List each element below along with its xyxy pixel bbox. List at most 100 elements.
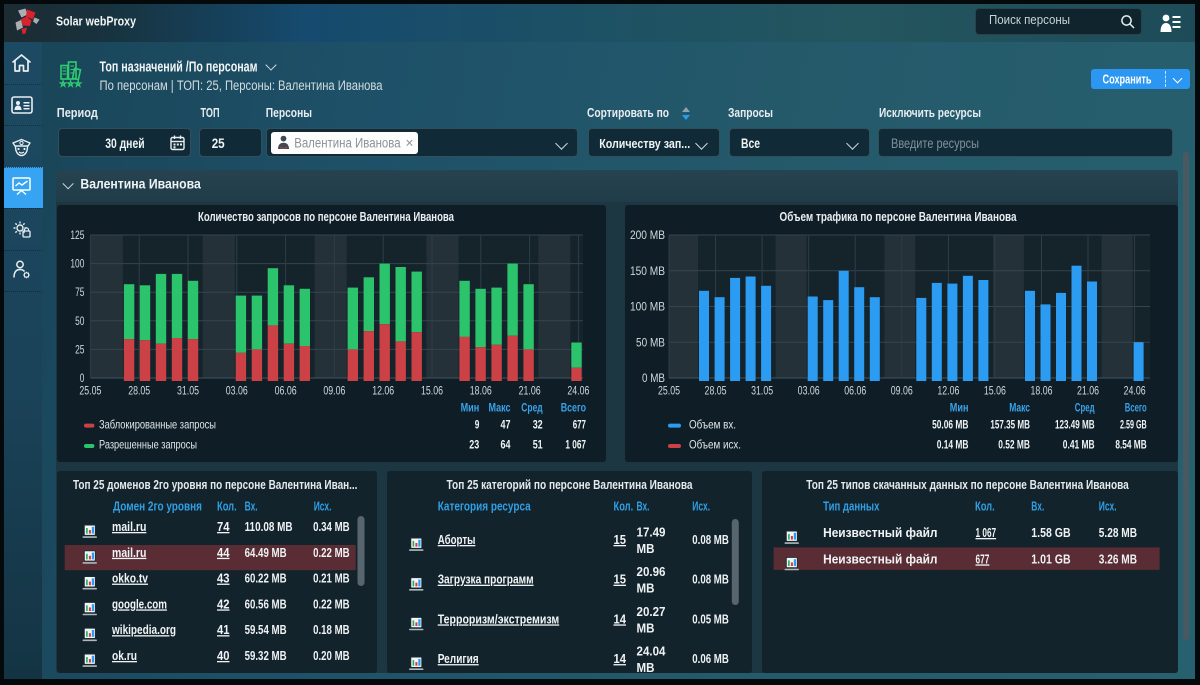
svg-text:Категория ресурса: Категория ресурса	[438, 500, 532, 514]
svg-text:200 MB: 200 MB	[630, 230, 665, 242]
svg-text:59.32 MB: 59.32 MB	[245, 648, 287, 663]
svg-text:Всего: Всего	[561, 400, 586, 414]
svg-text:28.05: 28.05	[128, 386, 150, 398]
svg-text:60.56 MB: 60.56 MB	[245, 596, 287, 611]
svg-text:50.06 MB: 50.06 MB	[932, 418, 969, 432]
svg-text:0.06 MB: 0.06 MB	[692, 651, 729, 666]
svg-text:09.06: 09.06	[891, 386, 913, 398]
svg-text:Сохранить: Сохранить	[1103, 73, 1152, 87]
svg-text:40: 40	[217, 648, 230, 663]
svg-text:Топ назначений /По персонам: Топ назначений /По персонам	[100, 59, 258, 76]
svg-text:Неизвестный файл: Неизвестный файл	[823, 525, 937, 540]
svg-text:100 MB: 100 MB	[630, 302, 665, 314]
svg-text:1 067: 1 067	[565, 438, 586, 452]
svg-text:14: 14	[614, 611, 627, 626]
svg-text:42: 42	[217, 596, 230, 611]
svg-text:0: 0	[80, 373, 85, 385]
svg-text:Исх.: Исх.	[1099, 500, 1117, 514]
svg-text:100: 100	[70, 259, 84, 271]
svg-text:wikipedia.org: wikipedia.org	[111, 622, 176, 637]
svg-text:Неизвестный файл: Неизвестный файл	[823, 551, 937, 566]
svg-text:12.06: 12.06	[937, 386, 959, 398]
svg-text:0.20 MB: 0.20 MB	[313, 648, 350, 663]
svg-text:03.06: 03.06	[226, 386, 248, 398]
svg-text:0.22 MB: 0.22 MB	[313, 596, 350, 611]
svg-text:Сред: Сред	[1075, 400, 1095, 414]
svg-text:125: 125	[70, 230, 84, 242]
svg-text:Запросы: Запросы	[728, 105, 773, 120]
svg-text:50: 50	[75, 316, 84, 328]
svg-text:Кол.: Кол.	[614, 500, 634, 514]
svg-text:74: 74	[217, 519, 230, 534]
svg-text:Топ 25 типов скачанных данных: Топ 25 типов скачанных данных по персоне…	[806, 478, 1129, 492]
svg-text:Тип данных: Тип данных	[823, 500, 879, 514]
svg-text:0.21 MB: 0.21 MB	[313, 571, 350, 586]
svg-text:Макс: Макс	[489, 400, 511, 414]
svg-text:15: 15	[614, 572, 627, 587]
svg-text:15: 15	[614, 532, 627, 547]
svg-text:Введите ресурсы: Введите ресурсы	[891, 136, 979, 151]
svg-text:31.05: 31.05	[751, 386, 773, 398]
svg-text:Валентина Иванова: Валентина Иванова	[294, 136, 401, 151]
svg-text:0.52 MB: 0.52 MB	[998, 438, 1030, 452]
svg-text:Валентина Иванова: Валентина Иванова	[80, 176, 201, 192]
svg-text:Кол.: Кол.	[975, 500, 995, 514]
svg-text:51: 51	[533, 438, 543, 452]
svg-text:47: 47	[501, 418, 511, 432]
svg-text:31.05: 31.05	[177, 386, 199, 398]
svg-text:15.06: 15.06	[421, 386, 443, 398]
svg-text:64: 64	[501, 438, 511, 452]
svg-text:25.05: 25.05	[658, 386, 680, 398]
svg-text:25: 25	[212, 136, 225, 151]
svg-text:MB: MB	[637, 581, 655, 596]
svg-text:Кол.: Кол.	[217, 500, 237, 514]
svg-text:03.06: 03.06	[798, 386, 820, 398]
svg-text:150 MB: 150 MB	[630, 266, 665, 278]
svg-text:Вх.: Вх.	[637, 500, 650, 514]
svg-text:9: 9	[475, 418, 480, 432]
svg-text:Религия: Религия	[438, 651, 479, 666]
svg-text:mail.ru: mail.ru	[112, 519, 146, 534]
svg-text:677: 677	[573, 418, 587, 432]
svg-text:5.28 MB: 5.28 MB	[1099, 525, 1137, 540]
svg-text:20.96: 20.96	[637, 564, 666, 579]
svg-text:43: 43	[217, 571, 230, 586]
svg-text:14: 14	[614, 651, 627, 666]
svg-text:Загрузка программ: Загрузка программ	[438, 572, 534, 587]
svg-text:MB: MB	[637, 541, 655, 556]
svg-text:41: 41	[217, 622, 230, 637]
svg-text:75: 75	[75, 287, 84, 299]
svg-text:15.06: 15.06	[984, 386, 1006, 398]
svg-text:64.49 MB: 64.49 MB	[245, 545, 287, 560]
svg-text:Исх.: Исх.	[692, 500, 710, 514]
svg-text:59.54 MB: 59.54 MB	[245, 622, 287, 637]
svg-text:Всего: Всего	[1125, 400, 1147, 414]
svg-text:Макс: Макс	[1009, 400, 1030, 414]
svg-text:Сортировать по: Сортировать по	[587, 105, 669, 120]
svg-text:Количеству зап...: Количеству зап...	[599, 136, 690, 151]
svg-text:Объем трафика по персоне Вален: Объем трафика по персоне Валентина Ивано…	[780, 209, 1018, 224]
svg-text:Аборты: Аборты	[438, 532, 476, 547]
svg-text:По персонам | ТОП: 25, Персоны: По персонам | ТОП: 25, Персоны: Валентин…	[100, 78, 383, 93]
svg-text:0.22 MB: 0.22 MB	[313, 545, 350, 560]
svg-text:MB: MB	[637, 660, 655, 675]
svg-text:Исх.: Исх.	[314, 500, 332, 514]
svg-text:12.06: 12.06	[372, 386, 394, 398]
svg-text:Вх.: Вх.	[1031, 500, 1044, 514]
svg-text:Топ 25 категорий по персоне Ва: Топ 25 категорий по персоне Валентина Ив…	[447, 478, 694, 492]
svg-text:Исключить ресурсы: Исключить ресурсы	[879, 105, 981, 120]
svg-text:06.06: 06.06	[275, 386, 297, 398]
svg-text:Все: Все	[741, 136, 760, 151]
svg-text:21.06: 21.06	[1077, 386, 1099, 398]
svg-text:google.com: google.com	[112, 596, 167, 611]
svg-text:Solar webProxy: Solar webProxy	[56, 14, 137, 29]
svg-text:09.06: 09.06	[323, 386, 345, 398]
svg-text:123.49 MB: 123.49 MB	[1055, 418, 1095, 432]
svg-text:157.35 MB: 157.35 MB	[990, 418, 1030, 432]
svg-text:Топ 25 доменов 2го уровня по п: Топ 25 доменов 2го уровня по персоне Вал…	[73, 478, 358, 492]
svg-text:60.22 MB: 60.22 MB	[245, 571, 287, 586]
svg-text:0.34 MB: 0.34 MB	[313, 519, 350, 534]
svg-text:21.06: 21.06	[519, 386, 541, 398]
svg-text:0.18 MB: 0.18 MB	[313, 622, 350, 637]
svg-text:25.05: 25.05	[79, 386, 101, 398]
